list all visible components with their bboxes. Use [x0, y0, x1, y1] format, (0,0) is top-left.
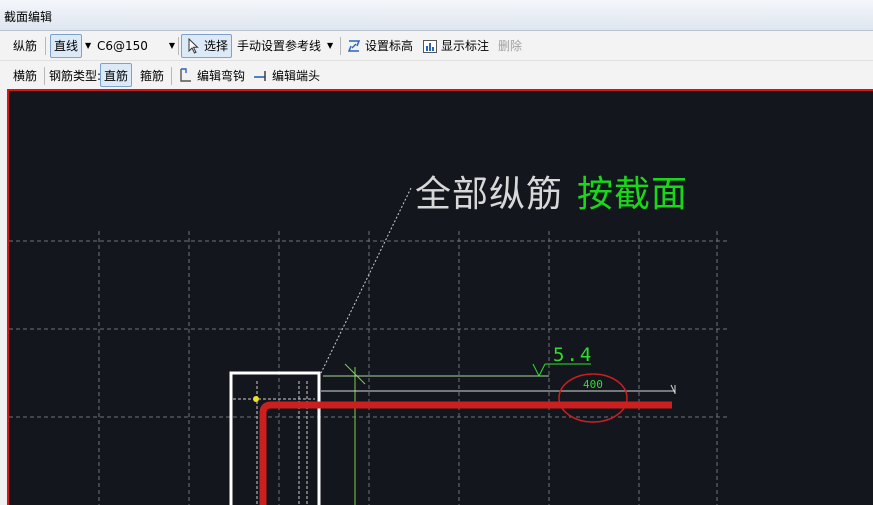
anchor-point[interactable] [253, 396, 259, 402]
section-outline [229, 371, 321, 505]
manual-refline-dropdown[interactable]: 手动设置参考线 ▼ [237, 31, 333, 60]
toolbar-separator [45, 37, 46, 55]
cursor-arrow-icon [188, 37, 199, 54]
manual-refline-label: 手动设置参考线 [237, 39, 322, 53]
reference-lines [233, 381, 315, 505]
annotation-chart-icon [423, 39, 437, 53]
toolbar-separator [178, 37, 179, 55]
select-button[interactable]: 选择 [181, 31, 233, 60]
tab-longitudinal[interactable]: 纵筋 [13, 31, 37, 60]
show-annotation-label: 显示标注 [441, 39, 490, 53]
select-label: 选择 [204, 39, 229, 53]
elevation-value[interactable]: 5.4 [553, 344, 593, 366]
show-annotation-button[interactable]: 显示标注 [422, 31, 489, 60]
toolbar-separator [44, 67, 45, 85]
straight-rebar-button[interactable]: 直筋 [100, 61, 133, 89]
canvas-drawing[interactable] [9, 91, 873, 505]
delete-button[interactable]: 删除 [498, 31, 522, 60]
stirrup-button[interactable]: 箍筋 [140, 61, 164, 89]
rebar-line[interactable] [259, 401, 672, 505]
toolbar-primary: 纵筋 直线 ▼ C6@150 ▼ 选择 手动设置参考线 ▼ 设置标高 显示标注 … [0, 31, 873, 61]
toolbar-separator [340, 37, 341, 55]
rebar-spec-combo[interactable]: C6@150 ▼ [97, 31, 175, 60]
tab-transverse[interactable]: 横筋 [13, 61, 37, 89]
hook-icon [180, 68, 191, 82]
grid-lines [9, 231, 729, 505]
annotation-main-text: 全部纵筋 [415, 174, 564, 215]
set-elevation-label: 设置标高 [365, 39, 414, 53]
set-elevation-button[interactable]: 设置标高 [346, 31, 413, 60]
chevron-down-icon[interactable]: ▼ [327, 41, 333, 50]
window-title: 截面编辑 [4, 10, 53, 24]
chevron-down-icon[interactable]: ▼ [169, 41, 175, 50]
toolbar-separator [171, 67, 172, 85]
edit-hook-label: 编辑弯钩 [197, 68, 246, 83]
rebar-end-icon [254, 71, 266, 81]
annotation-mode-text[interactable]: 按截面 [577, 174, 688, 215]
chevron-down-icon[interactable]: ▼ [85, 41, 91, 50]
edit-end-label: 编辑端头 [272, 68, 321, 83]
line-type-dropdown[interactable]: 直线 ▼ [50, 31, 91, 60]
select-button-frame[interactable]: 选择 [181, 33, 233, 58]
annotation-label: 全部纵筋 按截面 [415, 165, 688, 217]
straight-rebar-frame[interactable]: 直筋 [100, 63, 133, 87]
edit-hook-button[interactable]: 编辑弯钩 [178, 61, 245, 89]
toolbar-secondary: 横筋 钢筋类型: 直筋 箍筋 编辑弯钩 编辑端头 [0, 61, 873, 89]
window-titlebar: 截面编辑 [0, 0, 873, 31]
length-dimension-tick [670, 384, 676, 394]
edit-end-button[interactable]: 编辑端头 [253, 61, 320, 89]
rebar-type-label: 钢筋类型: [49, 68, 102, 83]
drawing-canvas[interactable]: 全部纵筋 按截面 5.4 400 [7, 89, 873, 505]
elevation-icon [347, 39, 361, 52]
line-type-button[interactable]: 直线 [50, 33, 83, 58]
elevation-marker [532, 363, 546, 378]
length-value[interactable]: 400 [583, 378, 603, 391]
rebar-spec-value: C6@150 [97, 38, 148, 53]
leader-line [320, 187, 412, 374]
